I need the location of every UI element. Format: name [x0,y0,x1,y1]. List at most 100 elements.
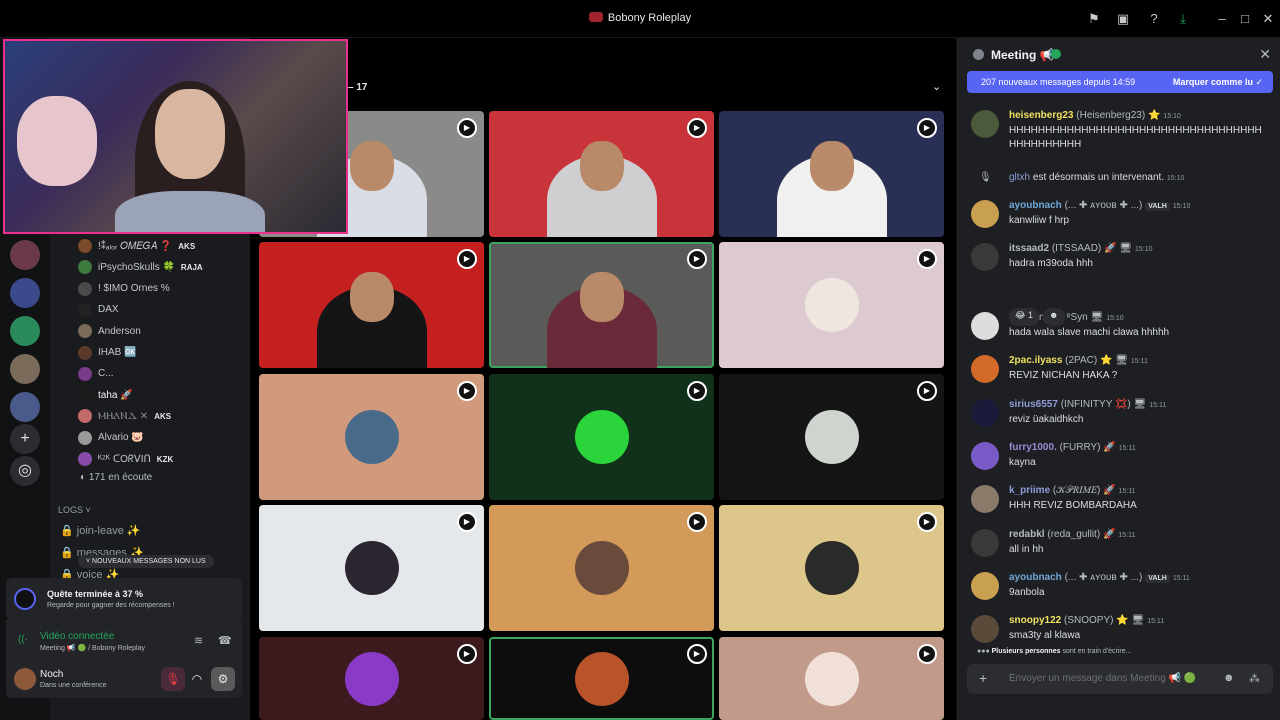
discover-icon[interactable]: ◎ [10,456,40,486]
add-reaction[interactable]: ☻ [1043,308,1065,326]
noise-suppression-icon[interactable]: ≋ [194,634,203,647]
video-tile[interactable]: ▶ [719,242,944,368]
chevron-down-icon[interactable]: ⌄ [932,80,941,93]
voice-user[interactable]: !⁑ₐₗₒᵣ 𝑂𝑀𝐸𝐺𝐴 ❓ AKS [78,236,248,256]
video-tile[interactable]: ▶ [259,637,484,720]
category-logs[interactable]: LOGS ˅ [58,505,91,515]
server-icon[interactable] [10,316,40,346]
watch-stream-icon[interactable]: ▶ [917,512,937,532]
disconnect-icon[interactable]: ☎ [218,634,232,647]
watch-stream-icon[interactable]: ▶ [687,118,707,138]
author-name[interactable]: heisenberg23 [1009,110,1073,121]
message-header: ayoubnach (... ✚ ᴀʏᴏᴜʙ ✚ ...) VALH 15:11 [1009,572,1190,583]
watch-stream-icon[interactable]: ▶ [917,118,937,138]
video-tile[interactable]: ▶ [489,111,714,237]
video-tile[interactable]: ▶ [259,374,484,500]
avatar[interactable] [971,572,999,600]
avatar[interactable] [971,200,999,228]
avatar[interactable] [971,529,999,557]
author-name[interactable]: k_priime [1009,485,1050,496]
server-icon[interactable] [10,278,40,308]
watch-stream-icon[interactable]: ▶ [917,381,937,401]
avatar[interactable] [971,355,999,383]
video-tile[interactable]: ▶ [489,637,714,720]
voice-user[interactable]: taha 🚀 [78,385,248,405]
video-tile[interactable]: ▶ [489,242,714,368]
video-tile[interactable]: ▶ [719,505,944,631]
watch-stream-icon[interactable]: ▶ [457,249,477,269]
author-name[interactable]: furry1000. [1009,442,1057,453]
watch-stream-icon[interactable]: ▶ [687,644,707,664]
inbox-icon[interactable]: ▣ [1115,11,1131,27]
voice-location[interactable]: Meeting 📢 🟢 / Bobony Roleplay [40,644,145,652]
avatar[interactable] [971,399,999,427]
voice-user[interactable]: ⲘⲎⲀⲚⲆ ✕ AKS [78,406,248,426]
quest-panel[interactable]: Quête terminée à 37 % Regarde pour gagne… [6,578,242,620]
flag-icon[interactable]: ⚑ [1086,11,1102,27]
close-icon[interactable]: ✕ [1259,46,1271,63]
video-tile[interactable]: ▶ [489,374,714,500]
voice-user[interactable]: ! $IMO Ornes % [78,279,248,299]
mark-read-button[interactable]: Marquer comme lu ✓ [1173,77,1263,88]
server-icon[interactable] [10,240,40,270]
watch-stream-icon[interactable]: ▶ [687,512,707,532]
video-tile[interactable]: ▶ [719,374,944,500]
new-unread-pill[interactable]: ˅ NOUVEAUX MESSAGES NON LUS [78,555,214,568]
watch-stream-icon[interactable]: ▶ [457,644,477,664]
avatar[interactable] [971,110,999,138]
message-composer[interactable]: + Envoyer un message dans Meeting 📢 🟢 ☻ … [967,664,1273,694]
plus-icon[interactable]: + [979,670,987,686]
avatar[interactable] [971,442,999,470]
video-tile[interactable]: ▶ [719,111,944,237]
voice-user[interactable]: DAX [78,300,248,320]
message-input[interactable]: Envoyer un message dans Meeting 📢 🟢 [1009,673,1196,684]
watch-stream-icon[interactable]: ▶ [457,381,477,401]
mute-mic-button[interactable]: 🎙 [161,667,185,691]
avatar[interactable] [971,312,999,340]
server-icon[interactable] [10,354,40,384]
avatar[interactable] [14,668,36,690]
watch-stream-icon[interactable]: ▶ [687,249,707,269]
video-tile[interactable]: ▶ [719,637,944,720]
help-icon[interactable]: ? [1146,11,1162,27]
author-name[interactable]: redabkl [1009,529,1045,540]
video-tile[interactable]: ▶ [259,505,484,631]
author-name[interactable]: itssaad2 [1009,243,1049,254]
download-icon[interactable]: ⤓ [1175,11,1191,27]
channel-join-leave[interactable]: 🔒 join-leave ✨ [60,524,141,537]
voice-user[interactable]: IHAB 🆗 [78,343,248,363]
server-icon[interactable] [10,392,40,422]
voice-user[interactable]: C... [78,364,248,384]
watch-stream-icon[interactable]: ▶ [687,381,707,401]
add-server-icon[interactable]: + [10,424,40,454]
deafen-button[interactable]: ◠ [185,667,209,691]
voice-user[interactable]: iPsychoSkulls 🍀 RAJA [78,257,248,277]
author-name[interactable]: snoopy122 [1009,615,1061,626]
watch-stream-icon[interactable]: ▶ [917,644,937,664]
voice-user[interactable]: Alvario 🐷 [78,428,248,448]
apps-icon[interactable]: ⁂ [1249,672,1260,685]
close-window-icon[interactable]: ✕ [1260,11,1276,27]
reaction-laugh[interactable]: 😂 1 [1009,308,1040,326]
settings-gear-icon[interactable]: ⚙ [211,667,235,691]
avatar[interactable] [971,485,999,513]
watch-stream-icon[interactable]: ▶ [917,249,937,269]
watch-stream-icon[interactable]: ▶ [457,512,477,532]
maximize-icon[interactable]: □ [1237,11,1253,27]
system-user[interactable]: gltxh [1009,172,1030,183]
emoji-icon[interactable]: ☻ [1223,672,1235,684]
watch-stream-icon[interactable]: ▶ [457,118,477,138]
voice-user[interactable]: Anderson [78,321,248,341]
minimize-icon[interactable]: – [1214,11,1230,27]
avatar[interactable] [971,615,999,643]
voice-user[interactable]: ᴷᶻᴷ ᑕOᖇᐯIᑎ KZK [78,449,248,469]
video-tile[interactable]: ▶ [489,505,714,631]
author-name[interactable]: ayoubnach [1009,200,1062,211]
author-name[interactable]: 2pac.ilyass [1009,355,1062,366]
video-tile[interactable]: ▶ [259,242,484,368]
avatar[interactable] [971,243,999,271]
self-camera-preview[interactable] [3,39,348,234]
author-name[interactable]: sirius6557 [1009,399,1058,410]
author-name[interactable]: ayoubnach [1009,572,1062,583]
unread-banner[interactable]: 207 nouveaux messages depuis 14:59 Marqu… [967,71,1273,93]
